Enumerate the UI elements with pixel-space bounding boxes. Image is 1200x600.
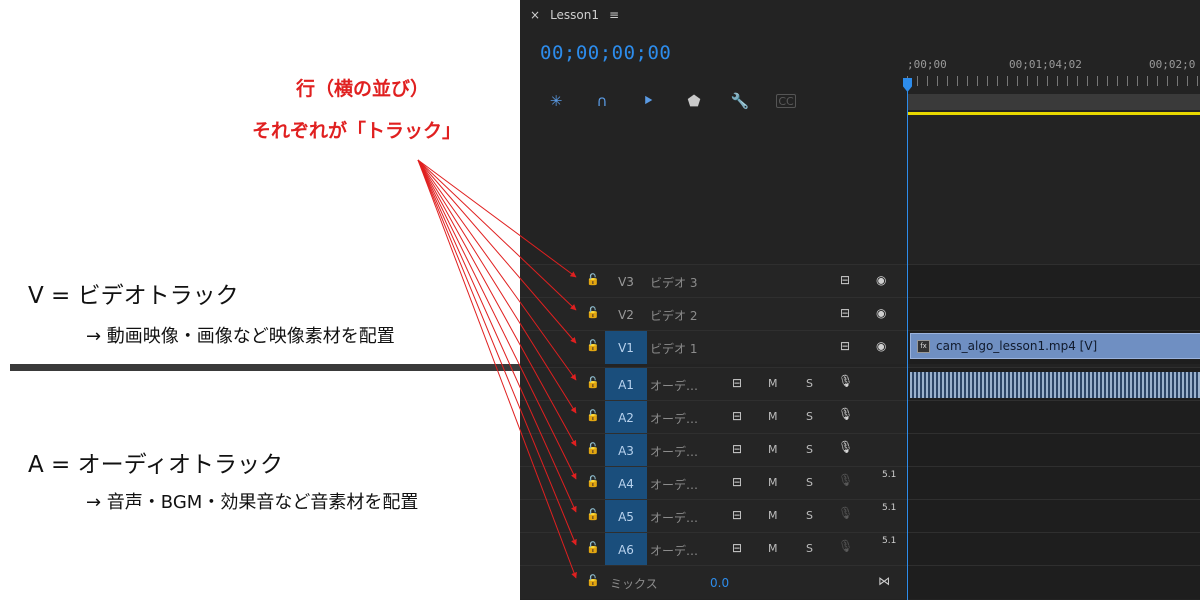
annotation-arrow	[417, 159, 577, 447]
annotation-arrow	[417, 159, 577, 513]
annotation-overlay	[10, 159, 577, 579]
annotation-arrow	[417, 159, 577, 381]
annotation-arrow	[417, 159, 577, 311]
annotation-arrow	[417, 159, 577, 344]
annotation-arrow	[417, 159, 577, 480]
annotation-arrow	[417, 159, 577, 546]
video-audio-divider	[10, 364, 520, 371]
annotation-arrow	[417, 159, 577, 414]
